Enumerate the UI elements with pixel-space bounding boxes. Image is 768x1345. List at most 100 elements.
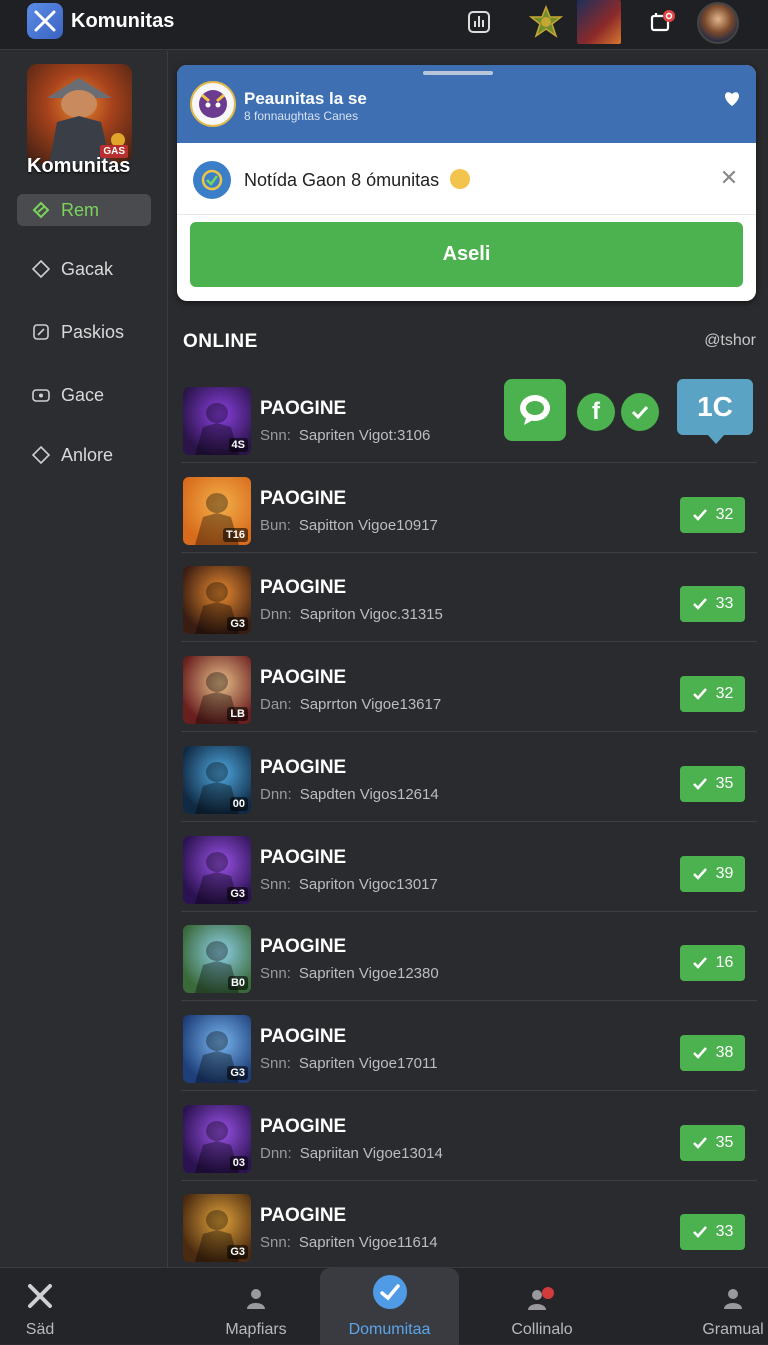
row-prefix: Snn: [260,875,291,893]
nav-item-collinalo[interactable]: Collinalo [500,1268,584,1345]
share-icon[interactable] [720,87,744,111]
nav-item-sad[interactable]: Säd [0,1268,80,1345]
row-title: PAOGINE [260,1025,347,1047]
sidebar: GAS Komunitas Rem Gacak Paskios Gace Anl… [0,51,168,1267]
count-bubble: 1C [677,379,753,444]
game-cover-image[interactable]: GAS [27,64,132,164]
game-thumbnail[interactable]: G3 [183,566,251,635]
row-detail: Sapitton Vigoe10917 [298,516,438,534]
online-filter-link[interactable]: @tshor [704,332,756,350]
guild-emblem-icon[interactable] [527,4,565,42]
confirm-button[interactable] [621,393,659,431]
nav-item-mapfiars[interactable]: Mapfiars [215,1268,297,1345]
game-thumbnail[interactable]: 03 [183,1104,251,1173]
count-value: 32 [715,685,734,703]
avatar[interactable] [697,2,739,44]
drag-handle[interactable] [423,71,493,75]
count-badge[interactable]: 32 [680,496,745,533]
list-item[interactable]: G3 PAOGINE Snn: Sapriten Vigoe11614 33 [181,1180,757,1271]
row-detail: Sapriitan Vigoe13014 [299,1144,443,1162]
row-title: PAOGINE [260,756,347,778]
row-prefix: Snn: [260,427,291,444]
sidebar-item-gacak[interactable]: Gacak [17,253,151,285]
sidebar-item-anlore[interactable]: Anlore [17,439,151,471]
game-thumbnail[interactable]: LB [183,656,251,725]
row-prefix: Snn: [260,1234,291,1252]
thumbnail-badge: 03 [229,1155,248,1170]
list-item[interactable]: 4S PAOGINE Snn: Sapriten Vigot:3106 f 1C [181,373,757,463]
row-subtitle: Bun: Sapitton Vigoe10917 [260,517,438,534]
count-badge[interactable]: 33 [680,586,745,623]
nav-item-gramual[interactable]: Gramual [698,1268,768,1345]
game-thumbnail[interactable]: T16 [183,476,251,545]
check-icon [692,777,707,790]
game-thumbnail[interactable]: B0 [183,925,251,994]
count-badge[interactable]: 16 [680,945,745,982]
row-subtitle: Dnn: Sapriton Vigoc.31315 [260,606,443,623]
count-badge[interactable]: 32 [680,676,745,713]
list-item[interactable]: 00 PAOGINE Dnn: Sapdten Vigos12614 35 [181,732,757,822]
check-icon [692,688,707,700]
popup-subtitle: 8 fonnaughtas Canes [244,109,359,123]
count-value: 35 [715,774,734,792]
top-bar: Komunitas [0,0,768,50]
sidebar-item-rem[interactable]: Rem [17,194,151,226]
row-prefix: Dnn: [260,606,292,624]
nav-label: Gramual [702,1321,764,1338]
smile-emoji-icon [450,169,471,189]
app-logo-icon[interactable] [27,3,63,39]
thumbnail-badge: G3 [227,886,248,901]
accept-button[interactable]: Aseli [190,222,743,287]
nav-label: Säd [25,1321,55,1338]
list-item[interactable]: G3 PAOGINE Snn: Sapriton Vigoc13017 39 [181,822,757,912]
row-detail: Sapdten Vigos12614 [299,785,439,803]
sidebar-item-label: Gace [61,384,105,405]
count-badge[interactable]: 33 [680,1214,745,1251]
count-badge[interactable]: 35 [680,1124,745,1161]
game-thumbnail[interactable]: G3 [183,835,251,904]
list-item[interactable]: G3 PAOGINE Snn: Sapriten Vigoe17011 38 [181,1001,757,1091]
sidebar-item-label: Paskios [61,321,125,342]
count-badge[interactable]: 39 [680,855,745,892]
row-prefix: Snn: [260,965,291,983]
check-icon [692,867,707,880]
check-icon [692,1047,707,1059]
close-icon[interactable]: ✕ [718,167,740,189]
check-icon [692,598,707,611]
row-title: PAOGINE [260,1205,347,1227]
row-title: PAOGINE [260,577,347,599]
inbox-icon[interactable] [645,6,677,38]
count-badge[interactable]: 35 [680,765,745,802]
game-thumbnail[interactable]: G3 [183,1194,251,1263]
nav-item-domumitaa[interactable]: Domumitaa [320,1268,459,1345]
row-subtitle: Snn: Sapriton Vigoc13017 [260,876,438,893]
count-badge[interactable]: 38 [680,1034,745,1071]
row-prefix: Bun: [260,516,291,534]
row-title: PAOGINE [260,1115,347,1137]
person-icon [721,1286,745,1315]
list-item[interactable]: B0 PAOGINE Snn: Sapriten Vigoe12380 16 [181,911,757,1002]
list-item[interactable]: LB PAOGINE Dan: Saprrton Vigoe13617 32 [181,642,757,733]
row-detail: Saprrton Vigoe13617 [299,696,442,714]
list-item[interactable]: G3 PAOGINE Dnn: Sapriton Vigoc.31315 33 [181,552,757,643]
chart-icon[interactable] [463,6,495,38]
row-subtitle: Snn: Sapriten Vigoe11614 [260,1234,438,1251]
hero-thumbnail-icon[interactable] [577,0,621,44]
list-item[interactable]: 03 PAOGINE Dnn: Sapriitan Vigoe13014 35 [181,1091,757,1181]
game-thumbnail[interactable]: G3 [183,1014,251,1083]
crossed-swords-icon [26,1282,54,1315]
game-thumbnail[interactable]: 00 [183,745,251,814]
check-icon [692,1136,707,1149]
thumbnail-badge: G3 [227,1245,248,1260]
row-prefix: Dnn: [260,785,292,803]
chat-button[interactable] [504,379,566,441]
chat-bubble-icon [520,395,550,425]
row-title: PAOGINE [260,936,347,958]
list-item[interactable]: T16 PAOGINE Bun: Sapitton Vigoe10917 32 [181,463,757,553]
sidebar-item-gace[interactable]: Gace [17,379,151,411]
nav-label: Domumitaa [348,1321,431,1338]
sidebar-item-paskios[interactable]: Paskios [17,316,151,348]
game-thumbnail[interactable]: 4S [183,387,251,455]
facebook-button[interactable]: f [577,393,615,431]
check-icon [692,957,707,970]
